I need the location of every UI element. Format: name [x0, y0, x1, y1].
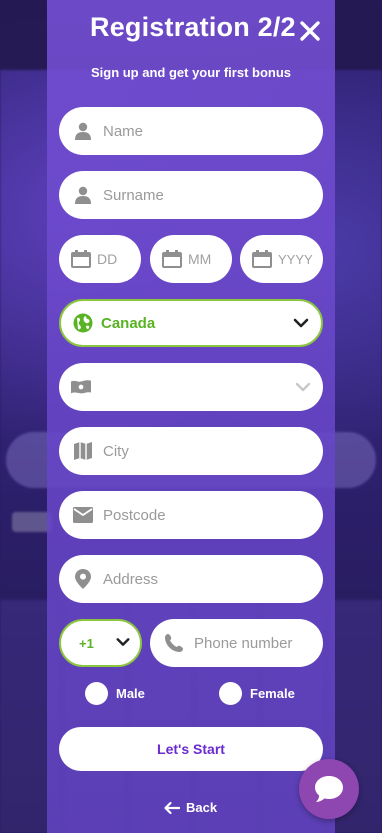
city-field[interactable]: City [59, 427, 323, 475]
chat-bubble-icon [315, 776, 343, 802]
lets-start-button[interactable]: Let's Start [59, 727, 323, 771]
calendar-icon [252, 249, 272, 269]
close-icon[interactable] [298, 19, 322, 43]
phone-field[interactable]: Phone number [150, 619, 323, 667]
country-value: Canada [101, 314, 156, 332]
arrow-left-icon [164, 801, 180, 814]
chevron-down-icon [293, 315, 309, 331]
male-radio[interactable] [85, 682, 108, 705]
birth-day-field[interactable]: DD [59, 235, 141, 283]
gender-female-option[interactable]: Female [219, 682, 295, 705]
country-select[interactable]: Canada [59, 299, 323, 347]
flag-icon [71, 377, 91, 397]
name-field[interactable]: Name [59, 107, 323, 155]
surname-field[interactable]: Surname [59, 171, 323, 219]
person-icon [73, 121, 93, 141]
modal-subtitle: Sign up and get your first bonus [90, 65, 292, 80]
surname-input[interactable]: Surname [103, 187, 164, 204]
globe-icon [73, 313, 93, 333]
mail-icon [73, 505, 93, 525]
registration-modal: Registration 2/2 Sign up and get your fi… [47, 0, 335, 833]
city-input[interactable]: City [103, 443, 129, 460]
chevron-down-icon [116, 635, 132, 651]
female-radio[interactable] [219, 682, 242, 705]
back-link[interactable]: Back [164, 800, 217, 815]
address-input[interactable]: Address [103, 571, 158, 588]
month-input[interactable]: MM [188, 251, 211, 267]
male-label: Male [116, 686, 145, 701]
year-input[interactable]: YYYY [278, 252, 313, 267]
birth-year-field[interactable]: YYYY [240, 235, 323, 283]
person-icon [73, 185, 93, 205]
postcode-field[interactable]: Postcode [59, 491, 323, 539]
name-input[interactable]: Name [103, 123, 143, 140]
day-input[interactable]: DD [97, 251, 117, 267]
address-field[interactable]: Address [59, 555, 323, 603]
chevron-down-icon [295, 379, 311, 395]
phone-code-value: +1 [79, 635, 94, 651]
map-icon [73, 441, 93, 461]
modal-title: Registration 2/2 [90, 12, 296, 42]
gender-male-option[interactable]: Male [85, 682, 145, 705]
calendar-icon [71, 249, 91, 269]
birth-month-field[interactable]: MM [150, 235, 232, 283]
postcode-input[interactable]: Postcode [103, 507, 166, 524]
female-label: Female [250, 686, 295, 701]
background-heading [12, 512, 52, 532]
phone-code-select[interactable]: +1 [59, 619, 142, 667]
calendar-icon [162, 249, 182, 269]
province-select[interactable] [59, 363, 323, 411]
location-pin-icon [73, 569, 93, 589]
chat-button[interactable] [299, 759, 359, 819]
back-label: Back [186, 800, 218, 815]
phone-input[interactable]: Phone number [194, 635, 292, 652]
phone-icon [164, 633, 184, 653]
